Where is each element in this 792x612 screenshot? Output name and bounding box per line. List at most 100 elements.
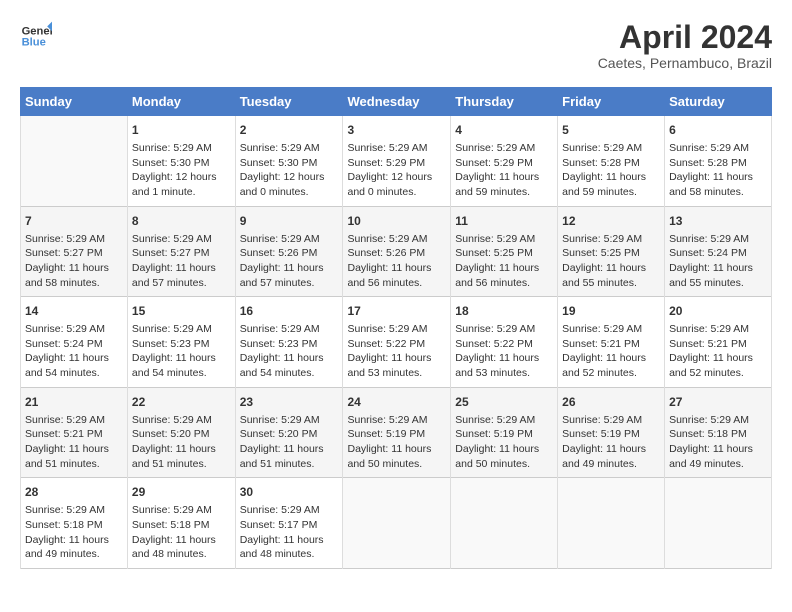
day-cell <box>21 116 128 207</box>
day-cell: 30 Sunrise: 5:29 AM Sunset: 5:17 PM Dayli… <box>235 478 343 569</box>
day-number: 2 <box>240 122 339 139</box>
location: Caetes, Pernambuco, Brazil <box>598 55 772 71</box>
day-number: 27 <box>669 394 767 411</box>
day-number: 14 <box>25 303 123 320</box>
logo: General Blue <box>20 20 52 52</box>
day-info: Sunrise: 5:29 AM Sunset: 5:18 PM Dayligh… <box>132 503 231 562</box>
day-cell: 2 Sunrise: 5:29 AM Sunset: 5:30 PM Daylig… <box>235 116 343 207</box>
day-number: 29 <box>132 484 231 501</box>
day-info: Sunrise: 5:29 AM Sunset: 5:24 PM Dayligh… <box>669 232 767 291</box>
week-row: 21 Sunrise: 5:29 AM Sunset: 5:21 PM Dayli… <box>21 387 772 478</box>
day-number: 9 <box>240 213 339 230</box>
day-cell: 5Sunrise: 5:29 AM Sunset: 5:28 PM Daylig… <box>558 116 665 207</box>
day-cell: 23Sunrise: 5:29 AM Sunset: 5:20 PM Dayli… <box>235 387 343 478</box>
day-number: 26 <box>562 394 660 411</box>
day-number: 20 <box>669 303 767 320</box>
day-info: Sunrise: 5:29 AM Sunset: 5:24 PM Dayligh… <box>25 322 123 381</box>
day-cell <box>343 478 451 569</box>
day-info: Sunrise: 5:29 AM Sunset: 5:23 PM Dayligh… <box>240 322 339 381</box>
day-info: Sunrise: 5:29 AM Sunset: 5:23 PM Dayligh… <box>132 322 231 381</box>
day-info: Sunrise: 5:29 AM Sunset: 5:30 PM Dayligh… <box>132 141 231 200</box>
header-day: Wednesday <box>343 88 451 116</box>
day-number: 28 <box>25 484 123 501</box>
day-cell: 3Sunrise: 5:29 AM Sunset: 5:29 PM Daylig… <box>343 116 451 207</box>
day-cell: 27 Sunrise: 5:29 AM Sunset: 5:18 PM Dayli… <box>665 387 772 478</box>
week-row: 14 Sunrise: 5:29 AM Sunset: 5:24 PM Dayli… <box>21 297 772 388</box>
day-info: Sunrise: 5:29 AM Sunset: 5:25 PM Dayligh… <box>562 232 660 291</box>
day-number: 8 <box>132 213 231 230</box>
day-number: 19 <box>562 303 660 320</box>
day-cell: 15 Sunrise: 5:29 AM Sunset: 5:23 PM Dayli… <box>127 297 235 388</box>
day-info: Sunrise: 5:29 AM Sunset: 5:25 PM Dayligh… <box>455 232 553 291</box>
day-info: Sunrise: 5:29 AM Sunset: 5:19 PM Dayligh… <box>347 413 446 472</box>
title-block: April 2024 Caetes, Pernambuco, Brazil <box>598 20 772 71</box>
day-number: 16 <box>240 303 339 320</box>
day-cell: 26 Sunrise: 5:29 AM Sunset: 5:19 PM Dayli… <box>558 387 665 478</box>
day-info: Sunrise: 5:29 AM Sunset: 5:21 PM Dayligh… <box>25 413 123 472</box>
day-info: Sunrise: 5:29 AM Sunset: 5:18 PM Dayligh… <box>669 413 767 472</box>
week-row: 28 Sunrise: 5:29 AM Sunset: 5:18 PM Dayli… <box>21 478 772 569</box>
header-day: Monday <box>127 88 235 116</box>
day-cell: 14 Sunrise: 5:29 AM Sunset: 5:24 PM Dayli… <box>21 297 128 388</box>
day-number: 1 <box>132 122 231 139</box>
day-info: Sunrise: 5:29 AM Sunset: 5:29 PM Dayligh… <box>455 141 553 200</box>
day-cell: 28 Sunrise: 5:29 AM Sunset: 5:18 PM Dayli… <box>21 478 128 569</box>
day-number: 4 <box>455 122 553 139</box>
day-number: 18 <box>455 303 553 320</box>
day-cell: 4 Sunrise: 5:29 AM Sunset: 5:29 PM Daylig… <box>451 116 558 207</box>
day-cell: 7 Sunrise: 5:29 AM Sunset: 5:27 PM Daylig… <box>21 206 128 297</box>
day-number: 10 <box>347 213 446 230</box>
day-cell <box>451 478 558 569</box>
week-row: 1 Sunrise: 5:29 AM Sunset: 5:30 PM Daylig… <box>21 116 772 207</box>
day-info: Sunrise: 5:29 AM Sunset: 5:30 PM Dayligh… <box>240 141 339 200</box>
week-row: 7 Sunrise: 5:29 AM Sunset: 5:27 PM Daylig… <box>21 206 772 297</box>
day-info: Sunrise: 5:29 AM Sunset: 5:27 PM Dayligh… <box>25 232 123 291</box>
calendar-table: SundayMondayTuesdayWednesdayThursdayFrid… <box>20 87 772 569</box>
day-number: 23 <box>240 394 339 411</box>
day-cell: 13 Sunrise: 5:29 AM Sunset: 5:24 PM Dayli… <box>665 206 772 297</box>
day-cell <box>558 478 665 569</box>
day-cell: 21 Sunrise: 5:29 AM Sunset: 5:21 PM Dayli… <box>21 387 128 478</box>
day-info: Sunrise: 5:29 AM Sunset: 5:19 PM Dayligh… <box>562 413 660 472</box>
day-info: Sunrise: 5:29 AM Sunset: 5:21 PM Dayligh… <box>562 322 660 381</box>
day-number: 22 <box>132 394 231 411</box>
day-cell: 22 Sunrise: 5:29 AM Sunset: 5:20 PM Dayli… <box>127 387 235 478</box>
day-cell: 29 Sunrise: 5:29 AM Sunset: 5:18 PM Dayli… <box>127 478 235 569</box>
day-info: Sunrise: 5:29 AM Sunset: 5:19 PM Dayligh… <box>455 413 553 472</box>
day-cell: 19 Sunrise: 5:29 AM Sunset: 5:21 PM Dayli… <box>558 297 665 388</box>
day-number: 6 <box>669 122 767 139</box>
day-cell <box>665 478 772 569</box>
day-info: Sunrise: 5:29 AM Sunset: 5:26 PM Dayligh… <box>240 232 339 291</box>
day-info: Sunrise: 5:29 AM Sunset: 5:21 PM Dayligh… <box>669 322 767 381</box>
day-number: 7 <box>25 213 123 230</box>
day-info: Sunrise: 5:29 AM Sunset: 5:26 PM Dayligh… <box>347 232 446 291</box>
day-info: Sunrise: 5:29 AM Sunset: 5:18 PM Dayligh… <box>25 503 123 562</box>
day-cell: 1 Sunrise: 5:29 AM Sunset: 5:30 PM Daylig… <box>127 116 235 207</box>
day-info: Sunrise: 5:29 AM Sunset: 5:22 PM Dayligh… <box>347 322 446 381</box>
day-cell: 10 Sunrise: 5:29 AM Sunset: 5:26 PM Dayli… <box>343 206 451 297</box>
header-day: Thursday <box>451 88 558 116</box>
day-info: Sunrise: 5:29 AM Sunset: 5:27 PM Dayligh… <box>132 232 231 291</box>
day-cell: 20 Sunrise: 5:29 AM Sunset: 5:21 PM Dayli… <box>665 297 772 388</box>
day-cell: 12 Sunrise: 5:29 AM Sunset: 5:25 PM Dayli… <box>558 206 665 297</box>
day-number: 21 <box>25 394 123 411</box>
page-header: General Blue April 2024 Caetes, Pernambu… <box>20 20 772 71</box>
header-day: Sunday <box>21 88 128 116</box>
svg-text:General: General <box>22 25 52 37</box>
day-cell: 17Sunrise: 5:29 AM Sunset: 5:22 PM Dayli… <box>343 297 451 388</box>
day-number: 13 <box>669 213 767 230</box>
day-number: 3 <box>347 122 446 139</box>
day-cell: 8 Sunrise: 5:29 AM Sunset: 5:27 PM Daylig… <box>127 206 235 297</box>
day-info: Sunrise: 5:29 AM Sunset: 5:17 PM Dayligh… <box>240 503 339 562</box>
day-cell: 9 Sunrise: 5:29 AM Sunset: 5:26 PM Daylig… <box>235 206 343 297</box>
header-row: SundayMondayTuesdayWednesdayThursdayFrid… <box>21 88 772 116</box>
day-cell: 11Sunrise: 5:29 AM Sunset: 5:25 PM Dayli… <box>451 206 558 297</box>
day-number: 15 <box>132 303 231 320</box>
month-title: April 2024 <box>598 20 772 55</box>
day-number: 12 <box>562 213 660 230</box>
day-number: 30 <box>240 484 339 501</box>
day-number: 5 <box>562 122 660 139</box>
day-info: Sunrise: 5:29 AM Sunset: 5:20 PM Dayligh… <box>132 413 231 472</box>
header-day: Tuesday <box>235 88 343 116</box>
day-cell: 16 Sunrise: 5:29 AM Sunset: 5:23 PM Dayli… <box>235 297 343 388</box>
